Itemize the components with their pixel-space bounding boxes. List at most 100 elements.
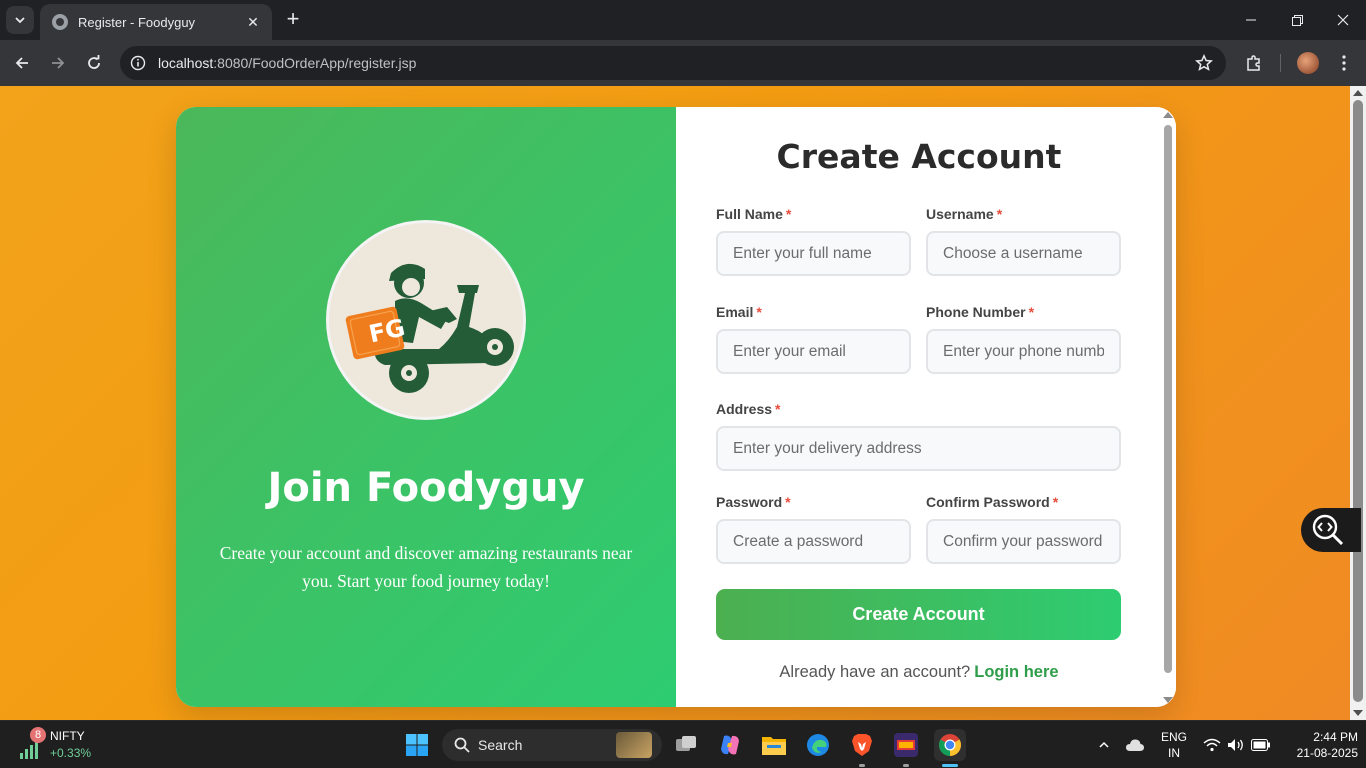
chevron-up-icon — [1099, 741, 1109, 748]
forward-button[interactable] — [44, 49, 72, 77]
tab-close-icon[interactable]: ✕ — [244, 14, 262, 31]
floating-inspector-button[interactable] — [1301, 508, 1361, 552]
language-indicator[interactable]: ENG IN — [1156, 730, 1192, 760]
full-name-input[interactable] — [716, 231, 911, 276]
label-text: Username — [926, 206, 994, 222]
close-window-button[interactable] — [1320, 0, 1366, 40]
volume-icon — [1228, 739, 1243, 751]
phone-group: Phone Number * — [926, 304, 1121, 374]
clock[interactable]: 2:44 PM 21-08-2025 — [1278, 730, 1358, 760]
arrow-left-icon — [15, 57, 28, 69]
taskbar-search[interactable]: Search — [442, 729, 662, 761]
browser-toolbar: localhost:8080/FoodOrderApp/register.jsp — [0, 40, 1366, 86]
browser-tab-active[interactable]: Register - Foodyguy ✕ — [40, 4, 272, 40]
brave-button[interactable] — [846, 729, 878, 767]
site-info-icon[interactable] — [128, 53, 148, 73]
folder-icon — [762, 737, 786, 755]
scroll-down-arrow-icon[interactable] — [1353, 710, 1363, 716]
toolbar-divider — [1280, 54, 1281, 72]
windows-taskbar: 8 NIFTY +0.33% Search ENG IN 2:44 PM 21-… — [0, 720, 1366, 768]
required-mark: * — [775, 401, 781, 417]
chrome-button[interactable] — [934, 729, 966, 767]
email-group: Email * — [716, 304, 911, 374]
running-indicator — [859, 764, 865, 767]
battery-icon — [1251, 739, 1270, 751]
required-mark: * — [785, 494, 791, 510]
edge-button[interactable] — [802, 729, 834, 761]
page-viewport: FG Join Foodyguy Create your account and… — [0, 86, 1350, 720]
close-icon — [1337, 14, 1349, 26]
address-bar[interactable]: localhost:8080/FoodOrderApp/register.jsp — [120, 46, 1226, 80]
url-path: :8080/FoodOrderApp/register.jsp — [213, 55, 417, 71]
back-button[interactable] — [8, 49, 36, 77]
label-text: Password — [716, 494, 783, 510]
full-name-group: Full Name * — [716, 206, 911, 276]
code-search-icon — [1312, 514, 1344, 546]
active-indicator — [942, 764, 958, 767]
brave-lion-icon — [852, 734, 872, 756]
confirm-password-input[interactable] — [926, 519, 1121, 564]
username-group: Username * — [926, 206, 1121, 276]
scrollbar-thumb[interactable] — [1353, 100, 1363, 702]
app-button[interactable] — [890, 729, 922, 767]
chrome-menu-button[interactable] — [1330, 49, 1358, 77]
label-text: Email — [716, 304, 754, 320]
windows-logo-icon — [406, 734, 428, 756]
scrollbar-thumb[interactable] — [1164, 125, 1172, 673]
hero-panel: FG Join Foodyguy Create your account and… — [176, 107, 676, 707]
stock-change: +0.33% — [50, 746, 92, 760]
label-text: Confirm Password — [926, 494, 1050, 510]
edge-icon — [807, 734, 829, 756]
start-button[interactable] — [401, 729, 433, 761]
page-scrollbar[interactable] — [1350, 86, 1366, 720]
login-prompt: Already have an account? Login here — [676, 663, 1162, 682]
create-account-button[interactable]: Create Account — [716, 589, 1121, 640]
hero-description: Create your account and discover amazing… — [219, 543, 633, 591]
restore-button[interactable] — [1274, 0, 1320, 40]
scroll-down-arrow-icon[interactable] — [1163, 697, 1173, 703]
password-input[interactable] — [716, 519, 911, 564]
address-group: Address * — [716, 401, 1121, 471]
tab-title: Register - Foodyguy — [78, 14, 196, 30]
form-scrollbar[interactable] — [1162, 107, 1176, 707]
scroll-up-arrow-icon[interactable] — [1163, 112, 1173, 118]
scroll-up-arrow-icon[interactable] — [1353, 90, 1363, 96]
search-icon — [454, 737, 470, 753]
full-name-label: Full Name * — [716, 206, 911, 222]
show-hidden-icons-button[interactable] — [1092, 729, 1116, 761]
clock-date: 21-08-2025 — [1296, 746, 1358, 760]
copilot-button[interactable] — [714, 729, 746, 761]
weather-button[interactable] — [1122, 729, 1148, 761]
hero-title: Join Foodyguy — [267, 465, 585, 511]
address-label: Address * — [716, 401, 1121, 417]
bookmark-star-icon[interactable] — [1194, 53, 1214, 73]
address-input[interactable] — [716, 426, 1121, 471]
stock-widget[interactable]: 8 NIFTY +0.33% — [18, 727, 128, 763]
form-title: Create Account — [776, 137, 1062, 176]
required-mark: * — [1052, 494, 1059, 510]
cloud-icon — [1126, 739, 1144, 751]
extensions-button[interactable] — [1240, 49, 1268, 77]
minimize-button[interactable] — [1228, 0, 1274, 40]
url-text: localhost:8080/FoodOrderApp/register.jsp — [158, 55, 416, 71]
new-tab-button[interactable]: + — [282, 8, 304, 30]
reload-button[interactable] — [80, 49, 108, 77]
stock-name: NIFTY — [50, 729, 85, 743]
task-view-button[interactable] — [670, 729, 702, 761]
login-link[interactable]: Login here — [974, 663, 1058, 681]
profile-button[interactable] — [1294, 49, 1322, 77]
file-explorer-button[interactable] — [758, 729, 790, 761]
password-label: Password * — [716, 494, 911, 510]
username-input[interactable] — [926, 231, 1121, 276]
email-input[interactable] — [716, 329, 911, 374]
foodyguy-logo: FG — [326, 220, 526, 420]
copilot-icon — [721, 735, 739, 755]
running-indicator — [903, 764, 909, 767]
notification-badge: 8 — [30, 727, 46, 743]
globe-icon — [52, 14, 68, 30]
phone-input[interactable] — [926, 329, 1121, 374]
system-tray-quick-settings[interactable] — [1198, 729, 1276, 761]
tab-search-button[interactable] — [6, 6, 34, 34]
app-badge-icon — [894, 733, 918, 757]
avatar — [1297, 52, 1319, 74]
